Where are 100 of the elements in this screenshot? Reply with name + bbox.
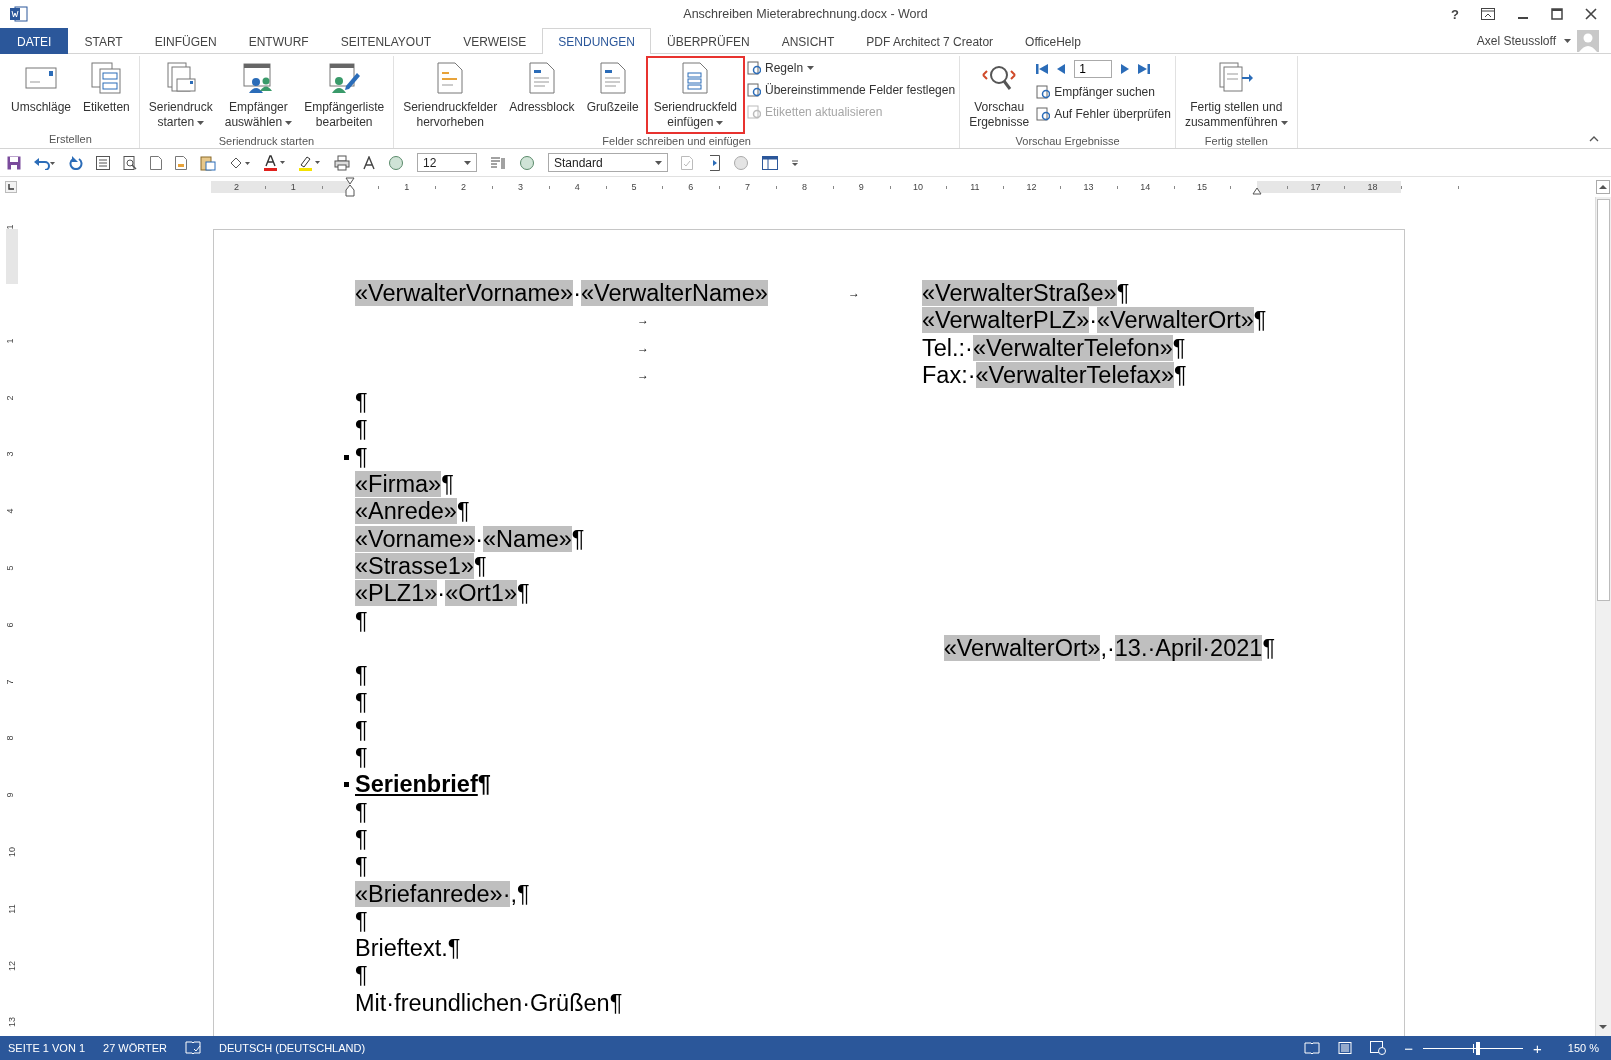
paragraph-text: Brieftext.¶ xyxy=(354,935,461,963)
ribbon-button[interactable]: Etiketten xyxy=(78,56,135,119)
letter-a-icon[interactable] xyxy=(363,155,375,170)
ribbon-button[interactable]: Vorschau Ergebnisse xyxy=(964,56,1035,134)
paragraph-text: ¶ xyxy=(354,389,368,417)
ruler-number: 9 xyxy=(4,792,15,798)
page-count[interactable]: SEITE 1 VON 1 xyxy=(8,1042,86,1054)
header-line: Fax:·«VerwalterTelefax»¶ xyxy=(922,361,1187,390)
ribbon-tab[interactable]: SEITENLAYOUT xyxy=(324,28,448,54)
redo-icon[interactable] xyxy=(69,155,83,170)
ruler-number: 2 xyxy=(233,181,239,193)
header-line: «VerwalterStraße»¶ xyxy=(922,280,1130,308)
ribbon-button[interactable]: Umschläge xyxy=(6,56,77,119)
print-layout-icon[interactable] xyxy=(1338,1042,1353,1054)
zoom-in-button[interactable]: + xyxy=(1533,1040,1542,1056)
ribbon-button[interactable]: Empfängerliste bearbeiten xyxy=(299,56,390,134)
previous-record-icon[interactable] xyxy=(1056,63,1067,75)
vertical-scrollbar[interactable] xyxy=(1595,197,1611,1036)
fill-bucket-icon[interactable] xyxy=(229,155,251,170)
right-indent-marker-icon[interactable] xyxy=(1252,187,1262,195)
ruler-number: 5 xyxy=(4,565,15,571)
user-account-button[interactable]: Axel Steussloff xyxy=(1476,28,1556,53)
highlighter-icon[interactable] xyxy=(299,154,321,171)
ribbon-tab[interactable]: ENTWURF xyxy=(232,28,325,54)
page-icon[interactable] xyxy=(150,155,162,170)
first-record-icon[interactable] xyxy=(1036,63,1049,75)
ruler-margin xyxy=(6,229,18,284)
record-number-field[interactable]: 1 xyxy=(1074,60,1113,78)
ribbon-small-button[interactable]: Auf Fehler überprüfen xyxy=(1036,104,1171,124)
ribbon-tab[interactable]: PDF Architect 7 Creator xyxy=(850,28,1010,54)
web-layout-icon[interactable] xyxy=(1370,1041,1387,1055)
circle-icon[interactable] xyxy=(388,154,404,171)
font-size-combo[interactable]: 12 xyxy=(417,153,477,172)
ribbon-small-button[interactable]: Übereinstimmende Felder festlegen xyxy=(747,80,956,100)
ribbon-tab[interactable]: ANSICHT xyxy=(765,28,851,54)
paragraph-text: ¶ xyxy=(354,716,368,745)
indent-marker-icon[interactable] xyxy=(345,177,355,197)
layout-icon[interactable] xyxy=(762,155,778,170)
document-icon xyxy=(1036,107,1051,121)
word-logo-icon xyxy=(10,6,28,22)
caret-icon[interactable] xyxy=(197,120,205,125)
ruler-number: 13 xyxy=(1083,181,1094,193)
ribbon-button[interactable]: Fertig stellen und zusammenführen xyxy=(1179,56,1293,134)
help-button[interactable]: ? xyxy=(1451,6,1459,22)
list-icon[interactable] xyxy=(96,155,110,170)
collapse-ribbon-icon[interactable] xyxy=(1589,136,1599,142)
ribbon-button[interactable]: Empfänger auswählen xyxy=(219,56,298,134)
print-preview-icon[interactable] xyxy=(123,155,137,170)
ribbon-small-button[interactable]: Regeln xyxy=(747,58,956,78)
caret-icon[interactable] xyxy=(1564,38,1571,43)
zoom-slider-thumb[interactable] xyxy=(1476,1041,1481,1055)
ribbon-tab[interactable]: OfficeHelp xyxy=(1009,28,1097,54)
ribbon-button[interactable]: Seriendruck starten xyxy=(143,56,218,134)
ribbon-button[interactable]: Seriendruckfelder hervorheben xyxy=(398,56,503,134)
close-icon[interactable] xyxy=(1585,8,1597,20)
caret-icon[interactable] xyxy=(655,160,662,165)
printer-icon[interactable] xyxy=(334,154,350,171)
caret-icon[interactable] xyxy=(716,120,724,125)
ribbon-button[interactable]: Seriendruckfeld einfügen xyxy=(645,56,746,134)
read-mode-icon[interactable] xyxy=(1304,1042,1321,1054)
undo-icon[interactable] xyxy=(34,155,56,170)
ribbon-tab[interactable]: VERWEISE xyxy=(447,28,543,54)
language-status[interactable]: DEUTSCH (DEUTSCHLAND) xyxy=(219,1042,366,1054)
group-label: Erstellen xyxy=(47,132,93,147)
ribbon-button[interactable]: Adressblock xyxy=(504,56,580,119)
scroll-up-icon[interactable] xyxy=(1596,180,1610,194)
document-icon xyxy=(437,62,464,94)
checked-page-icon[interactable] xyxy=(681,155,693,170)
paste-picture-icon[interactable] xyxy=(200,154,216,171)
zoom-out-button[interactable]: − xyxy=(1404,1040,1414,1056)
header-line: «VerwalterVorname»·«VerwalterName» xyxy=(355,280,768,308)
caret-icon[interactable] xyxy=(807,66,815,70)
caret-icon[interactable] xyxy=(464,160,471,165)
ribbon-tab[interactable]: ÜBERPRÜFEN xyxy=(651,28,766,54)
ribbon-small-button[interactable]: Empfänger suchen xyxy=(1036,82,1171,102)
ribbon-tab[interactable]: EINFÜGEN xyxy=(138,28,233,54)
last-record-icon[interactable] xyxy=(1138,63,1151,75)
page-icon[interactable] xyxy=(175,155,187,170)
customize-toolbar-icon[interactable] xyxy=(791,158,799,167)
ribbon-tab[interactable]: START xyxy=(68,28,139,54)
zoom-level[interactable]: 150 % xyxy=(1567,1042,1599,1054)
ribbon-tab[interactable]: SENDUNGEN xyxy=(542,28,651,54)
next-record-icon[interactable] xyxy=(1120,63,1131,75)
caret-icon[interactable] xyxy=(285,120,293,125)
ribbon-button[interactable]: Grußzeile xyxy=(581,56,644,119)
ribbon-tab[interactable]: DATEI xyxy=(0,28,69,54)
word-count[interactable]: 27 WÖRTER xyxy=(103,1042,167,1054)
scroll-thumb[interactable] xyxy=(1597,199,1610,601)
style-combo[interactable]: Standard xyxy=(548,153,668,172)
maximize-icon[interactable] xyxy=(1551,8,1563,20)
caret-icon[interactable] xyxy=(1280,120,1288,125)
proofing-book-icon[interactable] xyxy=(185,1041,201,1055)
font-color-icon[interactable] xyxy=(264,154,286,171)
paragraph-text: ¶ xyxy=(354,962,368,990)
circle-icon[interactable] xyxy=(519,154,535,171)
tab-selector-icon[interactable] xyxy=(5,181,17,193)
ribbon-display-options-icon[interactable] xyxy=(1481,8,1495,20)
paragraph-lines-icon[interactable] xyxy=(490,155,506,170)
document-icon xyxy=(599,62,626,94)
save-icon[interactable] xyxy=(7,155,21,170)
